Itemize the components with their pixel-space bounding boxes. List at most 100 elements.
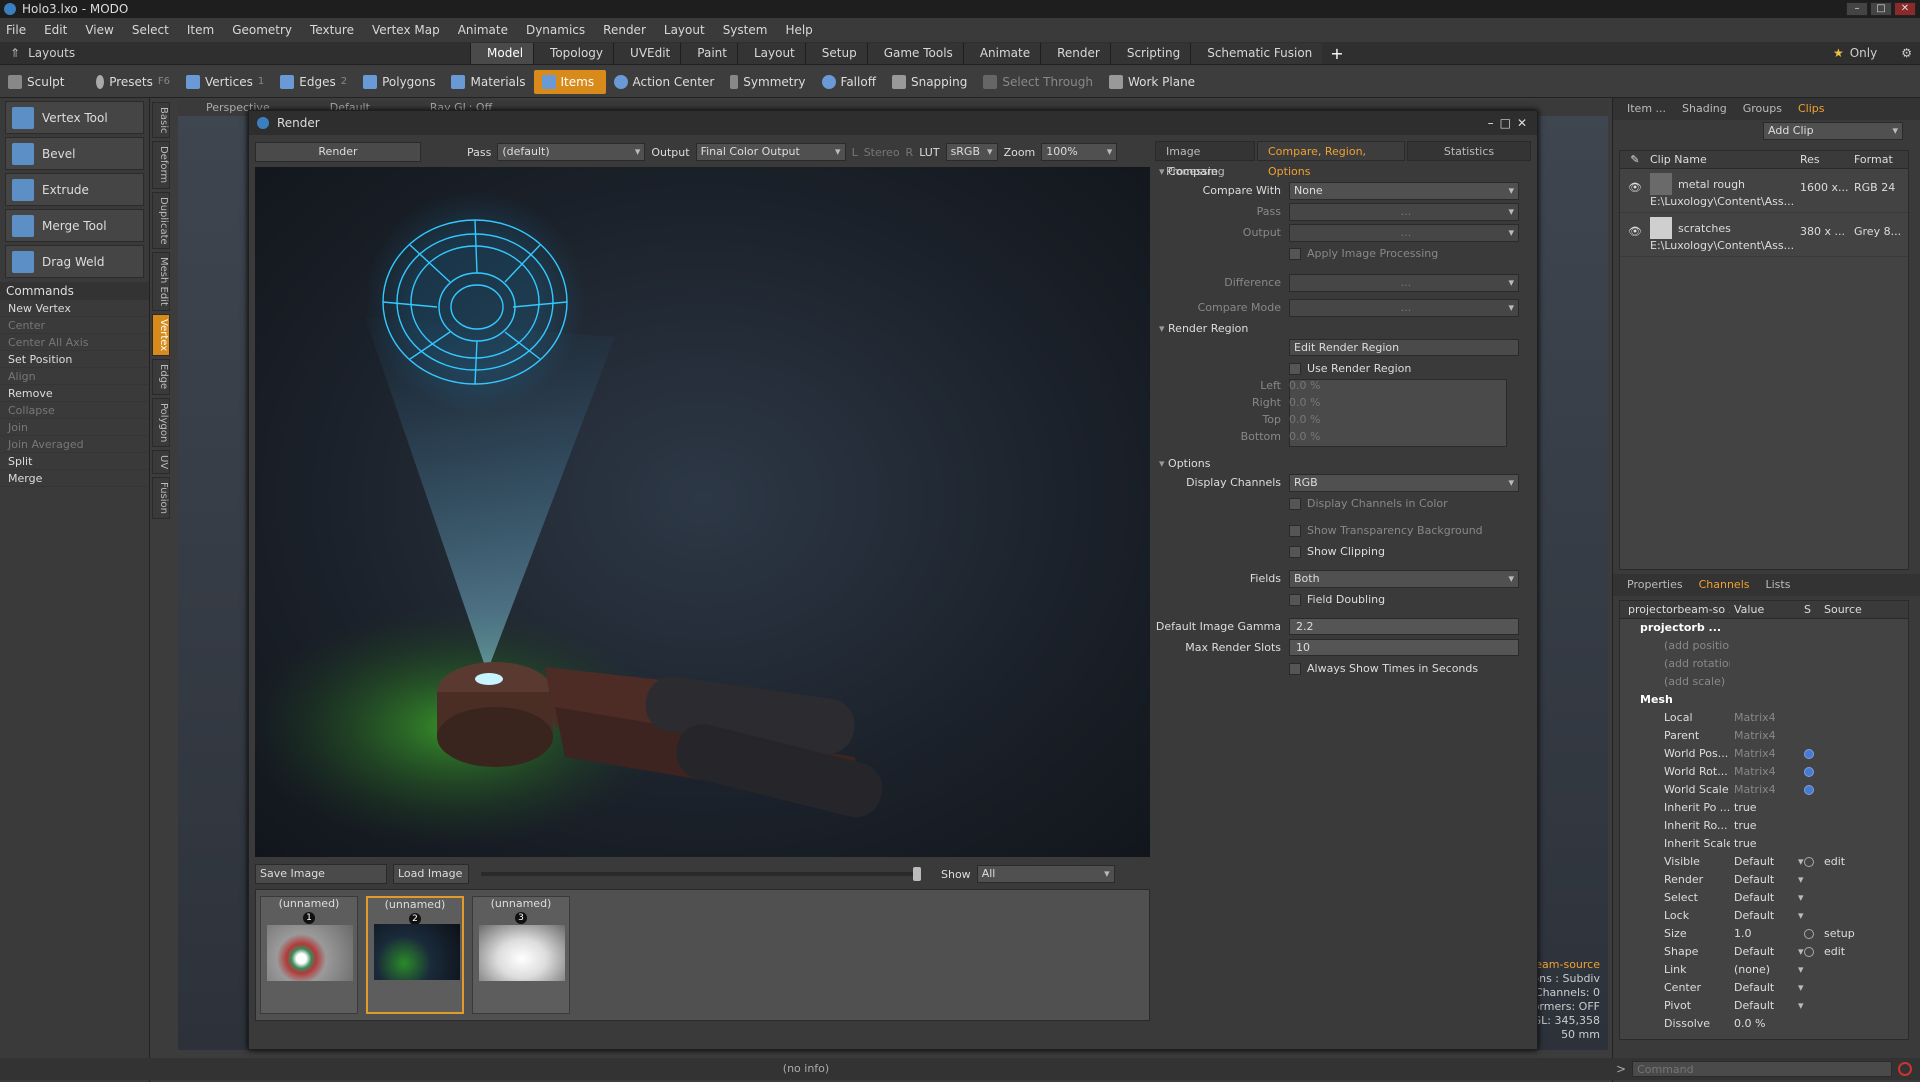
render-button[interactable]: Render — [255, 142, 421, 162]
channel-value[interactable]: Default — [1730, 871, 1804, 889]
clip-row[interactable]: 👁 scratches E:\Luxology\Content\Ass... 380 … — [1620, 213, 1908, 257]
symmetry-button[interactable]: Symmetry — [722, 70, 813, 94]
slot-slider-handle[interactable] — [913, 867, 921, 881]
add-layout-icon[interactable]: + — [1330, 44, 1343, 63]
load-image-button[interactable]: Load Image — [393, 864, 469, 884]
s-header[interactable]: S — [1804, 601, 1824, 619]
always-show-times-in-seconds-checkbox[interactable]: Always Show Times in Seconds — [1289, 662, 1478, 675]
vtab-fusion[interactable]: Fusion — [152, 476, 170, 519]
channel-value[interactable]: 1.0 — [1730, 925, 1804, 943]
tab-layout[interactable]: Layout — [736, 42, 805, 64]
channel-state[interactable] — [1804, 853, 1824, 871]
chevron-down-icon[interactable]: ▾ — [1798, 889, 1804, 907]
compare-with-select[interactable]: None — [1289, 181, 1519, 200]
pass-select[interactable]: (default) — [497, 143, 646, 161]
vtab-basic[interactable]: Basic — [152, 102, 170, 139]
render-window-titlebar[interactable]: Render – □ ✕ — [249, 111, 1537, 135]
layouts-label[interactable]: Layouts — [28, 46, 75, 60]
compare-output-select[interactable]: ... — [1289, 223, 1519, 242]
channel-value[interactable]: Matrix4 — [1730, 727, 1804, 745]
channel-state[interactable] — [1804, 781, 1824, 799]
channel-state[interactable] — [1804, 961, 1824, 979]
display-channels-in-color-checkbox[interactable]: Display Channels in Color — [1289, 497, 1448, 510]
slot-slider[interactable] — [481, 867, 921, 881]
tab-statistics[interactable]: Statistics — [1407, 141, 1531, 161]
chevron-down-icon[interactable]: ▾ — [1798, 979, 1804, 997]
sculpt-button[interactable]: Sculpt — [0, 70, 88, 94]
tab-schematic-fusion[interactable]: Schematic Fusion — [1190, 42, 1323, 64]
channel-row[interactable]: Inherit Po ... true — [1620, 799, 1908, 817]
tab-groups[interactable]: Groups — [1735, 100, 1790, 118]
default-image-gamma-input[interactable]: 2.2 — [1289, 618, 1519, 635]
tool-merge-tool-button[interactable]: Merge Tool — [5, 209, 144, 242]
maximize-icon[interactable]: □ — [1500, 116, 1511, 130]
channel-row[interactable]: (add rotation) — [1620, 655, 1908, 673]
menu-select[interactable]: Select — [132, 23, 169, 37]
render-region-section-header[interactable]: Render Region — [1155, 320, 1533, 337]
save-image-button[interactable]: Save Image — [255, 864, 387, 884]
render-image[interactable] — [255, 167, 1150, 857]
field-doubling-checkbox[interactable]: Field Doubling — [1289, 593, 1385, 606]
falloff-button[interactable]: Falloff — [814, 70, 884, 94]
max-render-slots-input[interactable]: 10 — [1289, 639, 1519, 656]
presets-button[interactable]: Presets F6 — [88, 70, 178, 94]
snapping-button[interactable]: Snapping — [884, 70, 975, 94]
channel-state[interactable] — [1804, 727, 1824, 745]
channel-row[interactable]: Inherit Scale true — [1620, 835, 1908, 853]
menu-dynamics[interactable]: Dynamics — [526, 23, 585, 37]
record-icon[interactable] — [1898, 1062, 1913, 1076]
tab-item[interactable]: Item ... — [1619, 100, 1674, 118]
channel-state[interactable] — [1804, 1015, 1824, 1033]
difference-select[interactable]: ... — [1289, 273, 1519, 292]
tab-lists[interactable]: Lists — [1758, 576, 1799, 594]
menu-file[interactable]: File — [6, 23, 26, 37]
tab-compare-region-options[interactable]: Compare, Region, Options — [1257, 141, 1405, 178]
channel-value[interactable]: Matrix4 — [1730, 763, 1804, 781]
tab-paint[interactable]: Paint — [680, 42, 737, 64]
channel-row[interactable]: Visible Default ▾ edit — [1620, 853, 1908, 871]
menu-item[interactable]: Item — [187, 23, 214, 37]
chevron-down-icon[interactable]: ▾ — [1798, 997, 1804, 1015]
vtab-duplicate[interactable]: Duplicate — [152, 191, 170, 250]
show-select[interactable]: All — [976, 865, 1115, 883]
chevron-down-icon[interactable]: ▾ — [1798, 907, 1804, 925]
compare-section-header[interactable]: Compare — [1155, 163, 1533, 180]
stereo-left-toggle[interactable]: L — [852, 146, 858, 159]
eye-icon[interactable]: 👁 — [1620, 213, 1650, 256]
menu-view[interactable]: View — [85, 23, 113, 37]
channel-row[interactable]: projectorb ... — [1620, 619, 1908, 637]
channel-state[interactable] — [1804, 745, 1824, 763]
menu-animate[interactable]: Animate — [458, 23, 508, 37]
render-slot-3[interactable]: (unnamed) 3 — [472, 896, 570, 1014]
tab-model[interactable]: Model — [470, 42, 534, 64]
use-render-region-checkbox[interactable]: Use Render Region — [1289, 362, 1411, 375]
add-clip-select[interactable]: Add Clip — [1763, 122, 1903, 140]
compare-pass-select[interactable]: ... — [1289, 202, 1519, 221]
channel-row[interactable]: World Pos... Matrix4 — [1620, 745, 1908, 763]
vtab-vertex[interactable]: Vertex — [152, 314, 170, 357]
tab-uvedit[interactable]: UVEdit — [613, 42, 681, 64]
menu-help[interactable]: Help — [785, 23, 812, 37]
chevron-down-icon[interactable]: ▾ — [1798, 853, 1804, 871]
channel-value[interactable] — [1730, 637, 1804, 655]
command-input[interactable] — [1632, 1061, 1893, 1077]
chevron-down-icon[interactable]: ▾ — [1798, 961, 1804, 979]
command-remove[interactable]: Remove — [0, 385, 149, 402]
display-channels-select[interactable]: RGB — [1289, 473, 1519, 492]
clip-name-header[interactable]: Clip Name — [1650, 151, 1800, 169]
command-set-position[interactable]: Set Position — [0, 351, 149, 368]
items-button[interactable]: Items — [533, 69, 606, 94]
channel-row[interactable]: Inherit Ro... true — [1620, 817, 1908, 835]
channel-row[interactable]: Link (none) ▾ — [1620, 961, 1908, 979]
menu-vertex-map[interactable]: Vertex Map — [372, 23, 440, 37]
close-icon[interactable]: ✕ — [1517, 116, 1527, 130]
channel-row[interactable]: Dissolve 0.0 % — [1620, 1015, 1908, 1033]
stereo-toggle[interactable]: Stereo — [864, 146, 900, 159]
vtab-uv[interactable]: UV — [152, 449, 170, 474]
channel-state[interactable] — [1804, 997, 1824, 1015]
channel-state[interactable] — [1804, 673, 1824, 691]
channel-row[interactable]: (add position) — [1620, 637, 1908, 655]
channel-value[interactable]: 0.0 % — [1730, 1015, 1804, 1033]
channel-value[interactable]: true — [1730, 835, 1804, 853]
channel-state[interactable] — [1804, 619, 1824, 637]
